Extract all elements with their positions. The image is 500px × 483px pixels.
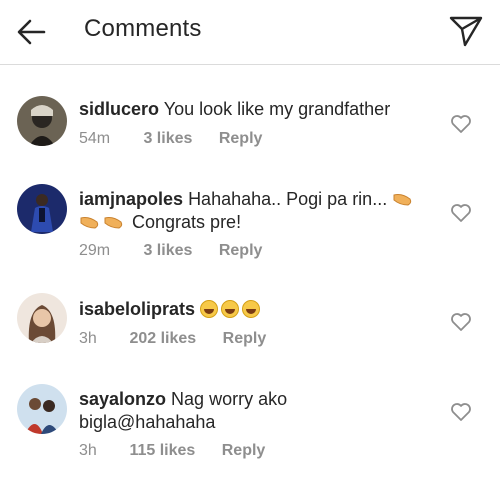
comment-meta: 54m 3 likes Reply xyxy=(79,130,262,148)
comment-text: Nag worry ako xyxy=(171,389,288,409)
reply-button[interactable]: Reply xyxy=(223,330,267,348)
comment-likes[interactable]: 3 likes xyxy=(143,130,192,148)
comment-text-line: sidlucero You look like my grandfather xyxy=(79,97,390,121)
comment-text-line-2: bigla@hahahaha xyxy=(79,410,215,434)
avatar[interactable] xyxy=(17,384,67,434)
comment-meta: 3h 115 likes Reply xyxy=(79,442,265,460)
comment-time: 29m xyxy=(79,242,111,259)
heart-icon[interactable] xyxy=(450,312,472,332)
laughing-emoji-icon xyxy=(242,300,261,318)
comment-likes[interactable]: 115 likes xyxy=(129,442,195,460)
comment-likes[interactable]: 202 likes xyxy=(129,330,196,348)
comment-meta: 29m 3 likes Reply xyxy=(79,242,262,260)
comment-likes[interactable]: 3 likes xyxy=(143,242,192,260)
hand-emoji-icon xyxy=(104,217,123,229)
comment-username[interactable]: sayalonzo xyxy=(79,389,166,409)
reply-button[interactable]: Reply xyxy=(219,130,263,148)
paper-plane-icon[interactable] xyxy=(448,14,484,48)
comment-time: 3h xyxy=(79,330,97,347)
heart-icon[interactable] xyxy=(450,114,472,134)
comment-username[interactable]: iamjnapoles xyxy=(79,189,183,209)
heart-icon[interactable] xyxy=(450,203,472,223)
comment-text-continued: bigla@hahahaha xyxy=(79,412,216,432)
laughing-emoji-icon xyxy=(221,300,240,318)
reply-button[interactable]: Reply xyxy=(219,242,263,260)
hand-emoji-icon xyxy=(80,217,99,229)
avatar[interactable] xyxy=(17,96,67,146)
hand-emoji-icon xyxy=(393,194,412,206)
comment-text-continued: Congrats pre! xyxy=(132,212,242,232)
arrow-left-icon[interactable] xyxy=(14,16,48,48)
heart-icon[interactable] xyxy=(450,402,472,422)
comment-time: 54m xyxy=(79,130,111,147)
comment-text-line-2: Congrats pre! xyxy=(79,210,241,234)
comment-time: 3h xyxy=(79,442,97,459)
comment-meta: 3h 202 likes Reply xyxy=(79,330,266,348)
laughing-emoji-icon xyxy=(200,300,219,318)
reply-button[interactable]: Reply xyxy=(222,442,266,460)
page-title: Comments xyxy=(84,15,202,42)
avatar[interactable] xyxy=(17,293,67,343)
comment-text: You look like my grandfather xyxy=(163,99,391,119)
comment-text-line: isabeloliprats xyxy=(79,297,263,321)
comments-header: Comments xyxy=(0,0,500,65)
comment-text-line: iamjnapoles Hahahaha.. Pogi pa rin... xyxy=(79,187,416,211)
avatar[interactable] xyxy=(17,184,67,234)
comment-username[interactable]: sidlucero xyxy=(79,99,159,119)
comment-text-line: sayalonzo Nag worry ako xyxy=(79,387,287,411)
comment-username[interactable]: isabeloliprats xyxy=(79,299,195,319)
comment-text: Hahahaha.. Pogi pa rin... xyxy=(188,189,388,209)
